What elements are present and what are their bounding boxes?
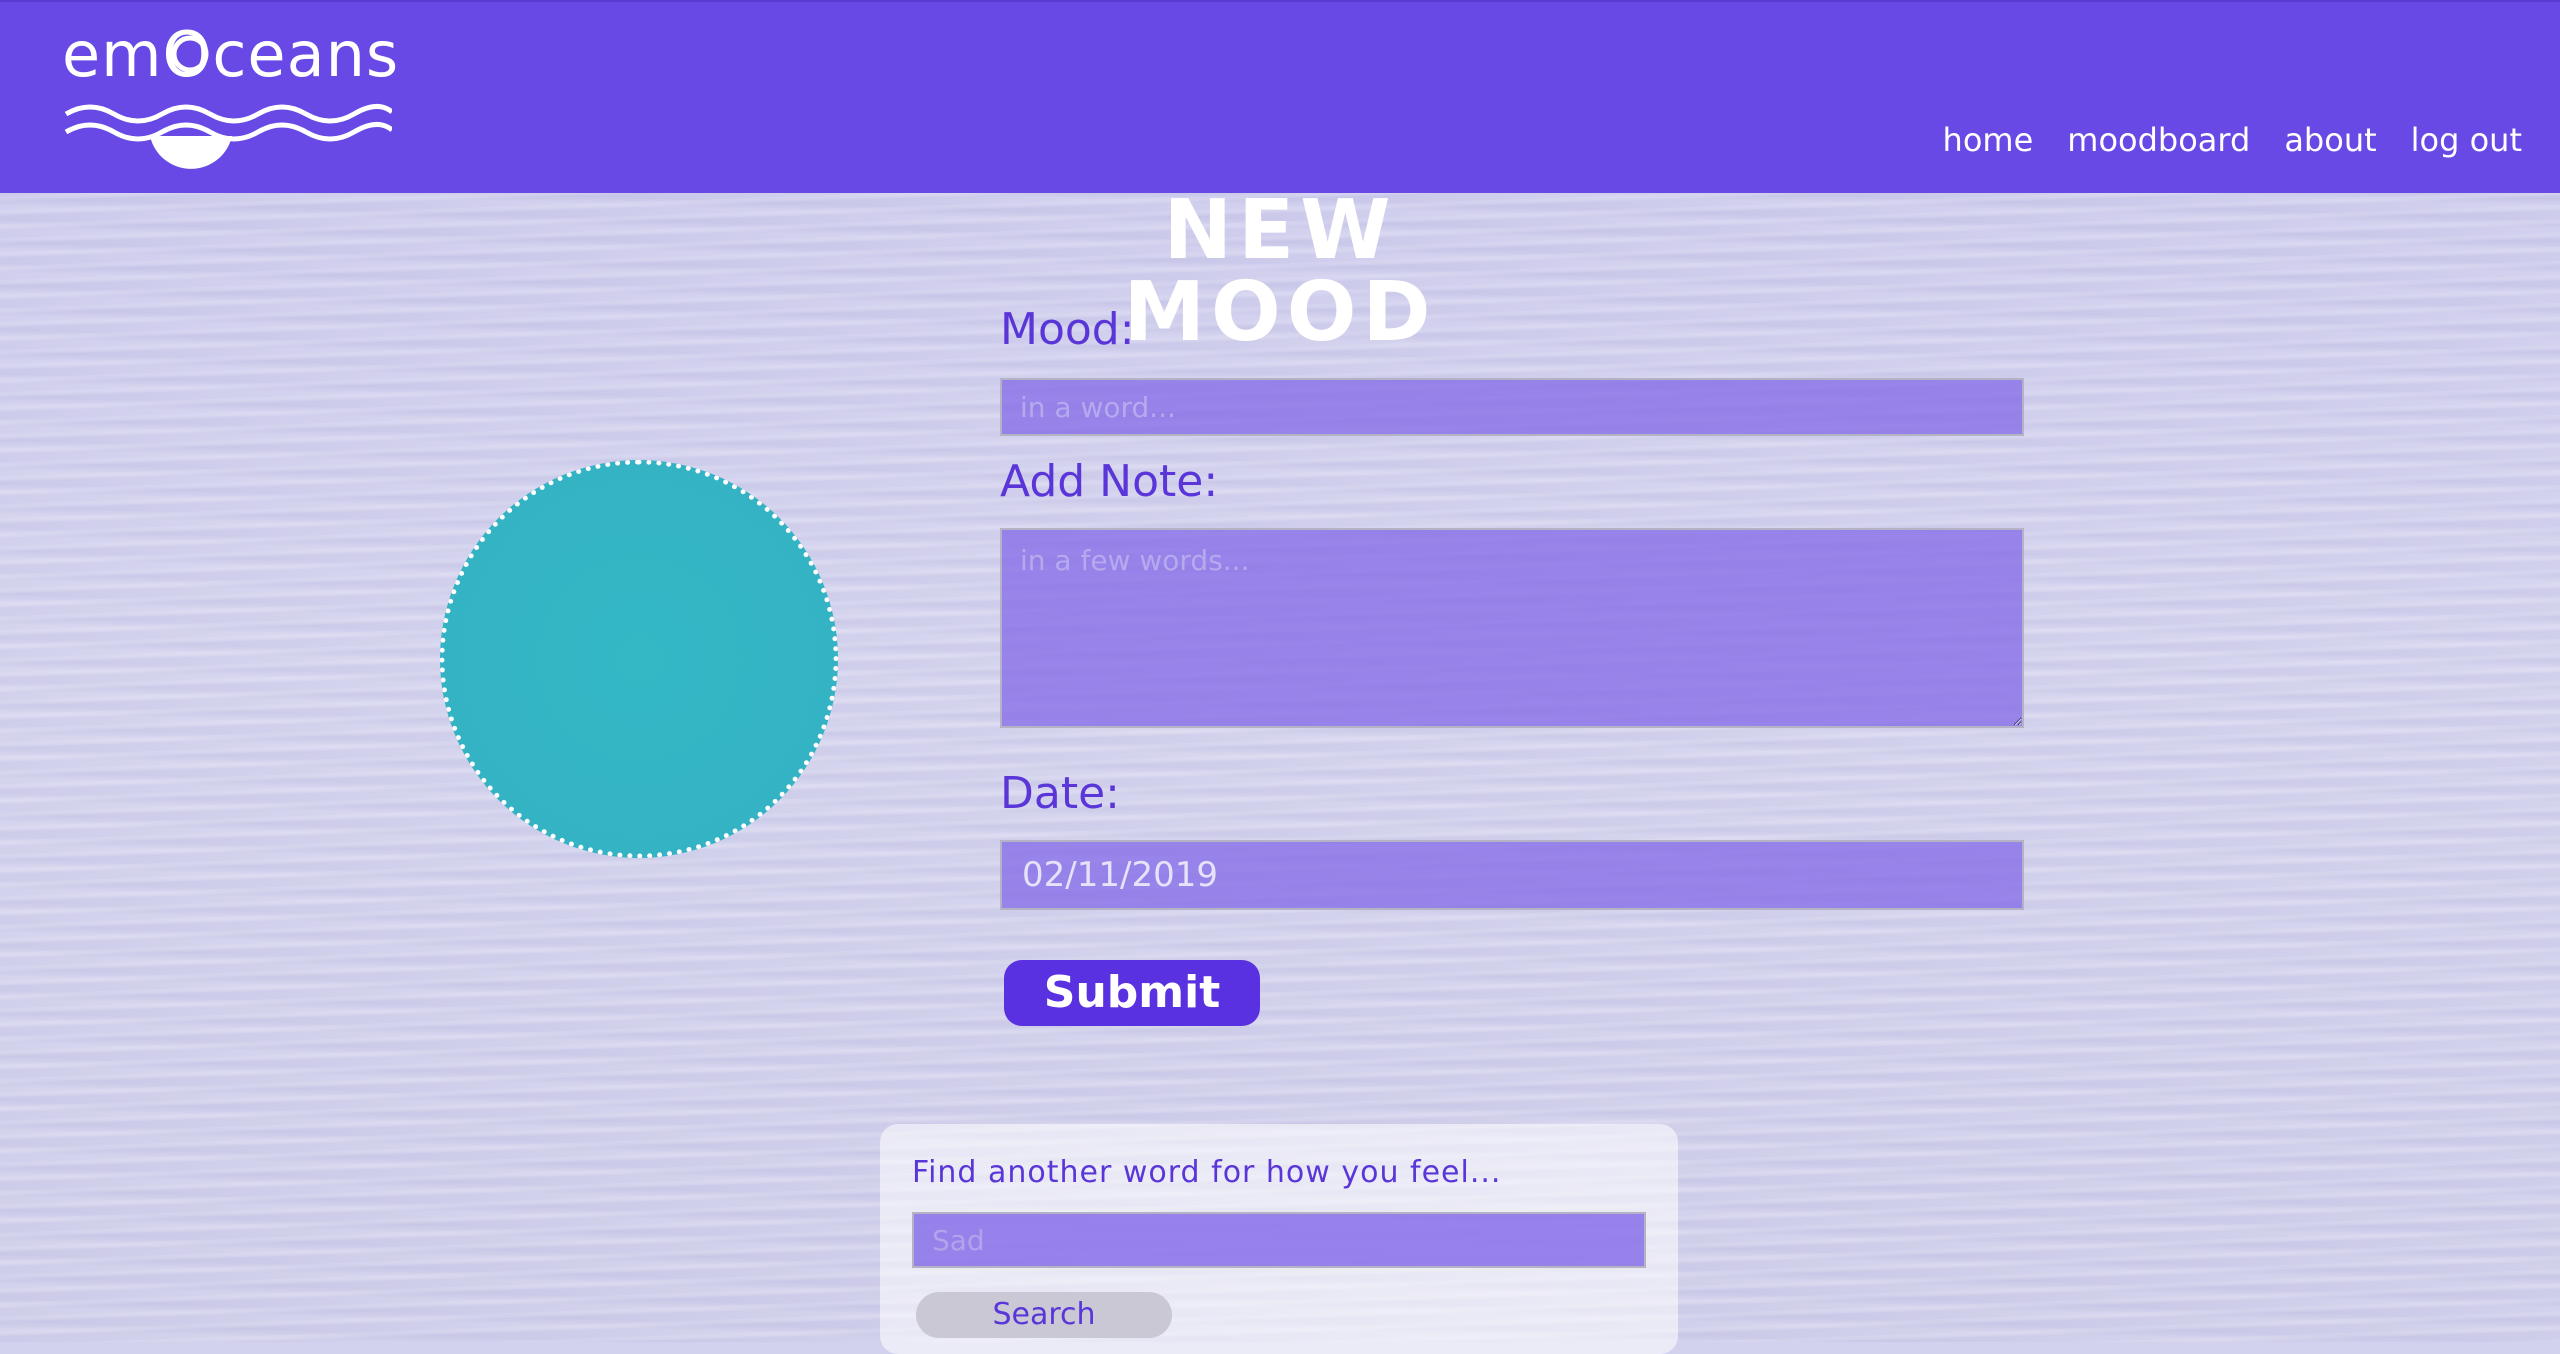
search-prompt: Find another word for how you feel... — [912, 1155, 1502, 1190]
mood-color-circle[interactable] — [440, 460, 838, 858]
nav-home-link[interactable]: home — [1943, 124, 2034, 156]
nav-about-link[interactable]: about — [2284, 124, 2376, 156]
synonym-search-panel: Find another word for how you feel... Se… — [880, 1124, 1678, 1354]
emoceans-logo[interactable]: emOceans — [62, 24, 398, 186]
nav-moodboard-link[interactable]: moodboard — [2067, 124, 2250, 156]
main-nav: home moodboard about log out — [1943, 124, 2522, 156]
mood-input[interactable] — [1000, 378, 2024, 436]
submit-button[interactable]: Submit — [1004, 960, 1260, 1026]
site-header: emOceans home moodboard about log out — [0, 0, 2560, 193]
synonym-search-input[interactable] — [912, 1212, 1646, 1268]
note-label: Add Note: — [1000, 456, 1219, 507]
search-button[interactable]: Search — [916, 1292, 1172, 1338]
note-textarea[interactable] — [1000, 528, 2024, 728]
nav-logout-link[interactable]: log out — [2411, 124, 2522, 156]
mood-label: Mood: — [1000, 304, 1135, 355]
logo-waves-icon — [64, 35, 392, 169]
date-label: Date: — [1000, 768, 1120, 819]
date-input[interactable]: 02/11/2019 — [1000, 840, 2024, 910]
